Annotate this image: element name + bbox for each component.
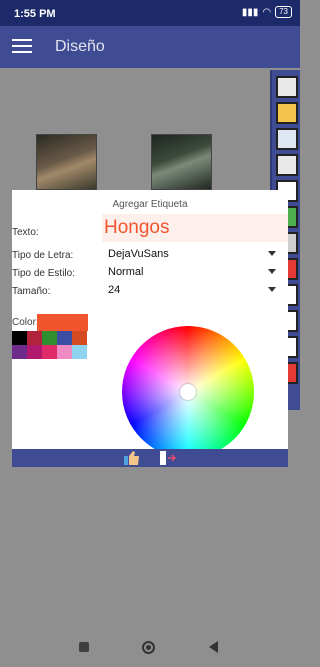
color-swatch[interactable] (72, 331, 87, 345)
color-swatch[interactable] (57, 331, 72, 345)
color-label: Color: (12, 317, 39, 328)
font-label: Tipo de Letra: (12, 250, 74, 261)
color-swatch[interactable] (42, 331, 57, 345)
chevron-down-icon (268, 269, 276, 274)
selected-color-preview (37, 314, 88, 331)
text-input[interactable] (102, 214, 288, 242)
save-icon[interactable] (276, 128, 298, 150)
battery-icon: 73 (275, 6, 292, 18)
text-label: Texto: (12, 227, 39, 238)
menu-icon[interactable] (12, 39, 32, 54)
photo-thumbnail[interactable] (36, 134, 97, 190)
size-value: 24 (108, 284, 121, 296)
color-swatch[interactable] (57, 345, 72, 359)
font-select[interactable]: DejaVuSans (108, 248, 276, 262)
system-nav-bar (0, 605, 300, 667)
color-swatch-grid (12, 331, 88, 359)
color-swatch[interactable] (12, 345, 27, 359)
size-select[interactable]: 24 (108, 284, 276, 298)
thumbs-up-button[interactable] (122, 449, 142, 467)
wifi-icon: ◠ (262, 6, 272, 18)
font-value: DejaVuSans (108, 248, 169, 260)
recents-button[interactable] (79, 642, 89, 652)
back-button[interactable] (209, 641, 218, 653)
status-bar: 1:55 PM ▮▮▮ ◠ 73 (0, 0, 300, 26)
status-icons: ▮▮▮ ◠ 73 (242, 6, 292, 18)
dialog-footer (12, 449, 288, 467)
app-title: Diseño (55, 38, 105, 55)
image-icon[interactable] (276, 154, 298, 176)
app-bar: Diseño (0, 26, 300, 68)
style-value: Normal (108, 266, 144, 278)
add-label-dialog: Agregar Etiqueta Texto: Tipo de Letra: D… (12, 190, 288, 467)
frame-icon[interactable] (276, 76, 298, 98)
size-label: Tamaño: (12, 286, 51, 297)
chevron-down-icon (268, 287, 276, 292)
color-swatch[interactable] (42, 345, 57, 359)
color-swatch[interactable] (27, 345, 42, 359)
photo-thumbnail[interactable] (151, 134, 212, 190)
style-label: Tipo de Estilo: (12, 268, 75, 279)
color-swatch[interactable] (27, 331, 42, 345)
home-button[interactable] (142, 641, 155, 654)
exit-door-icon (160, 451, 177, 465)
color-wheel[interactable] (122, 326, 254, 458)
thumbs-up-icon (124, 451, 139, 465)
style-select[interactable]: Normal (108, 266, 276, 280)
status-time: 1:55 PM (14, 8, 56, 20)
color-swatch[interactable] (12, 331, 27, 345)
color-wheel-handle[interactable] (180, 384, 196, 400)
chevron-down-icon (268, 251, 276, 256)
signal-icon: ▮▮▮ (241, 6, 259, 18)
color-swatch[interactable] (72, 345, 87, 359)
gallery-icon[interactable] (276, 102, 298, 124)
exit-button[interactable] (158, 449, 178, 467)
dialog-title: Agregar Etiqueta (112, 199, 188, 210)
